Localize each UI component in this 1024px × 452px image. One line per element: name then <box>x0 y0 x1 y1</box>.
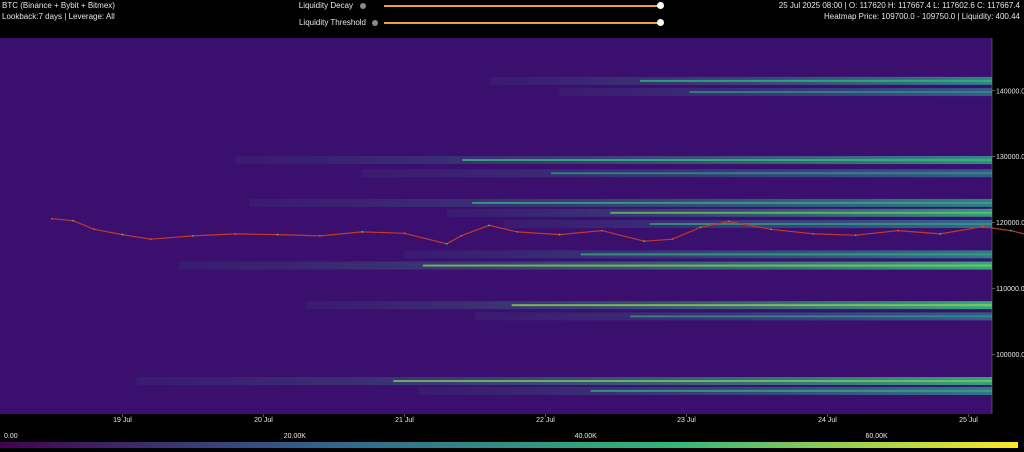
x-axis: 19 Jul 20 Jul 21 Jul 22 Jul 23 Jul 24 Jul 25 J… <box>113 414 978 424</box>
ohlc-readout: 25 Jul 2025 08:00 | O: 117620 H: 117667.… <box>778 1 1020 10</box>
y-tick-label: 140000.0 <box>996 88 1024 95</box>
price-point <box>981 225 984 228</box>
threshold-slider-knob[interactable] <box>657 19 664 26</box>
price-point <box>812 233 815 235</box>
colorbar-tick-label: 60.00K <box>865 433 888 440</box>
liquidity-band-core <box>649 223 992 226</box>
price-point <box>460 234 462 237</box>
x-tick-label: 20 Jul <box>254 417 273 424</box>
y-tick-label: 100000.0 <box>996 352 1024 359</box>
y-tick-label: 120000.0 <box>996 220 1024 227</box>
price-point <box>643 240 646 243</box>
colorbar-tick-label: 0.00 <box>4 433 18 440</box>
x-tick-label: 19 Jul <box>113 417 132 424</box>
x-tick-label: 25 Jul <box>959 417 978 424</box>
chart-subtitle: Lookback:7 days | Leverage: All <box>2 12 115 21</box>
colorbar-tick-label: 20.00K <box>284 433 307 440</box>
threshold-slider-label: Liquidity Threshold <box>298 18 366 27</box>
x-tick-label: 24 Jul <box>818 417 837 424</box>
price-point <box>445 242 448 245</box>
info-dot-icon[interactable] <box>372 20 378 26</box>
liquidity-band-core <box>422 264 993 267</box>
price-point <box>319 234 321 237</box>
heatmap-readout: Heatmap Price: 109700.0 - 109750.0 | Liq… <box>824 12 1020 21</box>
price-point <box>897 229 899 232</box>
price-point <box>234 233 237 235</box>
price-point <box>51 217 53 220</box>
liquidity-band-core <box>393 380 993 383</box>
price-point <box>516 231 519 233</box>
price-point <box>854 234 857 237</box>
colorbar-ticks: 0.00 20.00K 40.00K 60.00K <box>4 433 888 440</box>
price-point <box>93 228 96 231</box>
liquidity-band-core <box>610 211 992 214</box>
liquidity-band-core <box>689 91 992 94</box>
liquidation-heatmap-chart: 100000.0 110000.0 120000.0 130000.0 140000.0… <box>0 38 1024 448</box>
price-point <box>727 220 730 223</box>
price-point <box>121 233 124 236</box>
price-point <box>403 232 406 235</box>
x-tick-label: 21 Jul <box>395 417 414 424</box>
y-tick-label: 130000.0 <box>996 154 1024 161</box>
decay-slider-knob[interactable] <box>657 2 664 9</box>
price-point <box>192 234 194 237</box>
price-point <box>671 238 674 241</box>
colorbar-tick-label: 40.00K <box>575 433 598 440</box>
liquidity-band-core <box>639 79 992 82</box>
liquidity-band-core <box>551 172 992 175</box>
threshold-slider-track[interactable] <box>384 22 660 24</box>
price-point <box>361 231 364 233</box>
price-point <box>149 238 152 241</box>
decay-slider-track[interactable] <box>384 5 660 7</box>
info-dot-icon[interactable] <box>360 3 366 9</box>
y-tick-label: 110000.0 <box>996 286 1024 293</box>
price-point <box>276 233 279 236</box>
price-point <box>558 233 561 236</box>
price-point <box>699 226 702 229</box>
price-point <box>72 219 75 222</box>
liquidity-band-core <box>472 201 992 204</box>
decay-slider-label: Liquidity Decay <box>298 1 353 10</box>
price-point <box>1009 229 1012 232</box>
price-point <box>601 229 603 232</box>
liquidity-band-core <box>590 389 992 392</box>
liquidity-band-core <box>630 315 992 318</box>
colorbar <box>0 442 1018 448</box>
liquidity-band-core <box>462 159 992 162</box>
liquidity-band-core <box>580 253 992 256</box>
price-point <box>770 228 772 231</box>
price-point <box>488 224 490 227</box>
price-point <box>939 233 942 235</box>
x-tick-label: 23 Jul <box>677 417 696 424</box>
x-tick-label: 22 Jul <box>536 417 555 424</box>
chart-title: BTC (Binance + Bybit + Bitmex) <box>2 1 115 10</box>
liquidity-band-core <box>511 304 992 307</box>
y-axis: 100000.0 110000.0 120000.0 130000.0 140000.0 <box>992 88 1024 359</box>
